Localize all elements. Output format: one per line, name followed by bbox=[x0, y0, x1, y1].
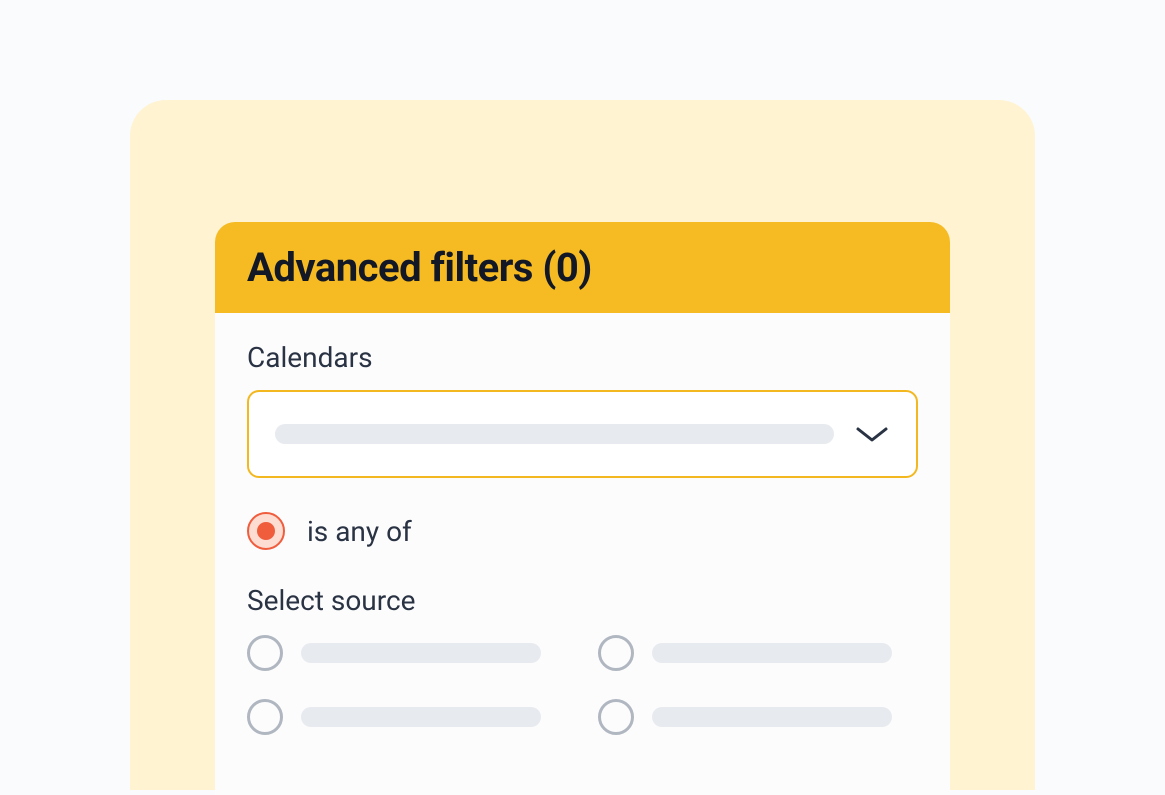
dropdown-value-placeholder bbox=[275, 424, 834, 444]
panel-body: Calendars is any of Select source bbox=[215, 313, 950, 795]
source-label-placeholder bbox=[301, 643, 541, 663]
filter-mode-radio[interactable] bbox=[247, 512, 285, 550]
radio-icon bbox=[247, 699, 283, 735]
feature-card: Advanced filters (0) Calendars is any of… bbox=[130, 100, 1035, 790]
select-source-label: Select source bbox=[247, 584, 918, 617]
filter-mode-label: is any of bbox=[307, 515, 412, 548]
source-option[interactable] bbox=[247, 699, 568, 735]
panel-title: Advanced filters (0) bbox=[247, 244, 918, 291]
source-option[interactable] bbox=[247, 635, 568, 671]
radio-icon bbox=[247, 635, 283, 671]
source-label-placeholder bbox=[652, 707, 892, 727]
source-option[interactable] bbox=[598, 635, 919, 671]
source-options-grid bbox=[247, 635, 918, 735]
calendars-dropdown[interactable] bbox=[247, 390, 918, 478]
radio-dot-icon bbox=[257, 522, 275, 540]
chevron-down-icon bbox=[854, 424, 890, 444]
source-label-placeholder bbox=[652, 643, 892, 663]
source-label-placeholder bbox=[301, 707, 541, 727]
filter-mode-row: is any of bbox=[247, 512, 918, 550]
calendars-label: Calendars bbox=[247, 341, 918, 374]
advanced-filters-panel: Advanced filters (0) Calendars is any of… bbox=[215, 222, 950, 795]
source-option[interactable] bbox=[598, 699, 919, 735]
radio-icon bbox=[598, 635, 634, 671]
radio-icon bbox=[598, 699, 634, 735]
panel-header: Advanced filters (0) bbox=[215, 222, 950, 313]
